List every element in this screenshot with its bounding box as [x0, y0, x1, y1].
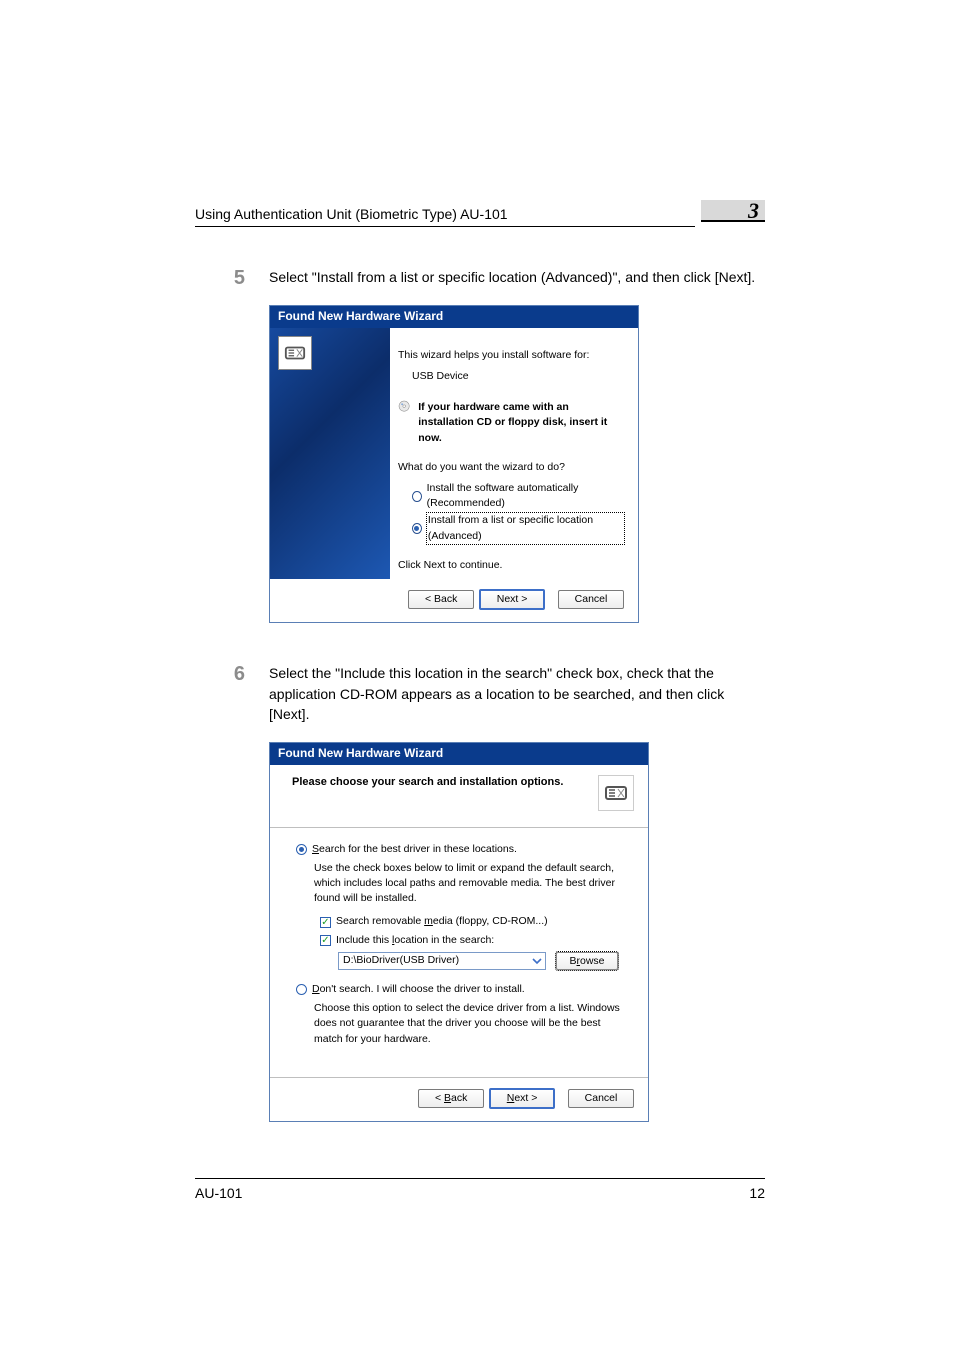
wizard-2-title: Found New Hardware Wizard [270, 743, 648, 764]
radio-search-best[interactable] [296, 844, 307, 855]
hardware-icon [598, 775, 634, 811]
wizard-1-back-button[interactable]: < Back [408, 590, 474, 609]
radio-auto[interactable] [412, 491, 422, 502]
wizard-1-question: What do you want the wizard to do? [398, 460, 624, 475]
wizard-1-continue: Click Next to continue. [398, 558, 624, 573]
wizard-1-device: USB Device [412, 369, 624, 384]
checkbox-include-location[interactable]: ✓ [320, 935, 331, 946]
chapter-number-badge: 3 [701, 200, 765, 222]
search-best-description: Use the check boxes below to limit or ex… [314, 861, 622, 907]
wizard-2-heading: Please choose your search and installati… [292, 775, 563, 791]
radio-advanced[interactable] [412, 523, 422, 534]
wizard-2-next-button[interactable]: Next > [489, 1088, 555, 1109]
wizard-1-intro: This wizard helps you install software f… [398, 348, 624, 363]
location-path-combo[interactable]: D:\BioDriver(USB Driver) [338, 952, 546, 970]
wizard-2-back-button[interactable]: < Back [418, 1089, 484, 1108]
radio-advanced-label: Install from a list or specific location… [427, 513, 624, 543]
step-5-text: Select "Install from a list or specific … [269, 267, 765, 287]
wizard-1-cd-notice: If your hardware came with an installati… [418, 400, 624, 446]
wizard-1-sidebar [270, 328, 390, 579]
chevron-down-icon[interactable] [529, 953, 545, 969]
footer-page-number: 12 [749, 1185, 765, 1201]
page-header-title: Using Authentication Unit (Biometric Typ… [195, 206, 508, 222]
cd-icon [398, 400, 410, 422]
step-6-text: Select the "Include this location in the… [269, 663, 765, 724]
wizard-1-next-button[interactable]: Next > [479, 589, 545, 610]
dont-search-description: Choose this option to select the device … [314, 1001, 622, 1047]
wizard-1-title: Found New Hardware Wizard [270, 306, 638, 327]
browse-button[interactable]: Browse [556, 952, 618, 970]
wizard-2: Found New Hardware Wizard Please choose … [269, 742, 649, 1122]
hardware-icon [278, 336, 312, 370]
step-number-5: 5 [195, 267, 245, 623]
radio-auto-label: Install the software automatically (Reco… [427, 481, 624, 511]
footer-left: AU-101 [195, 1185, 242, 1201]
header-rule [195, 226, 695, 227]
radio-dont-search[interactable] [296, 984, 307, 995]
location-path-value: D:\BioDriver(USB Driver) [343, 953, 459, 968]
wizard-1: Found New Hardware Wizard This wizard he… [269, 305, 639, 623]
wizard-1-cancel-button[interactable]: Cancel [558, 590, 624, 609]
footer-rule [195, 1178, 765, 1179]
radio-search-best-label: Search for the best driver in these loca… [312, 842, 517, 857]
checkbox-removable-media-label: Search removable media (floppy, CD-ROM..… [336, 914, 548, 929]
checkbox-include-location-label: Include this location in the search: [336, 933, 494, 948]
step-number-6: 6 [195, 663, 245, 1122]
wizard-2-cancel-button[interactable]: Cancel [568, 1089, 634, 1108]
checkbox-removable-media[interactable]: ✓ [320, 917, 331, 928]
radio-dont-search-label: Don't search. I will choose the driver t… [312, 982, 525, 997]
